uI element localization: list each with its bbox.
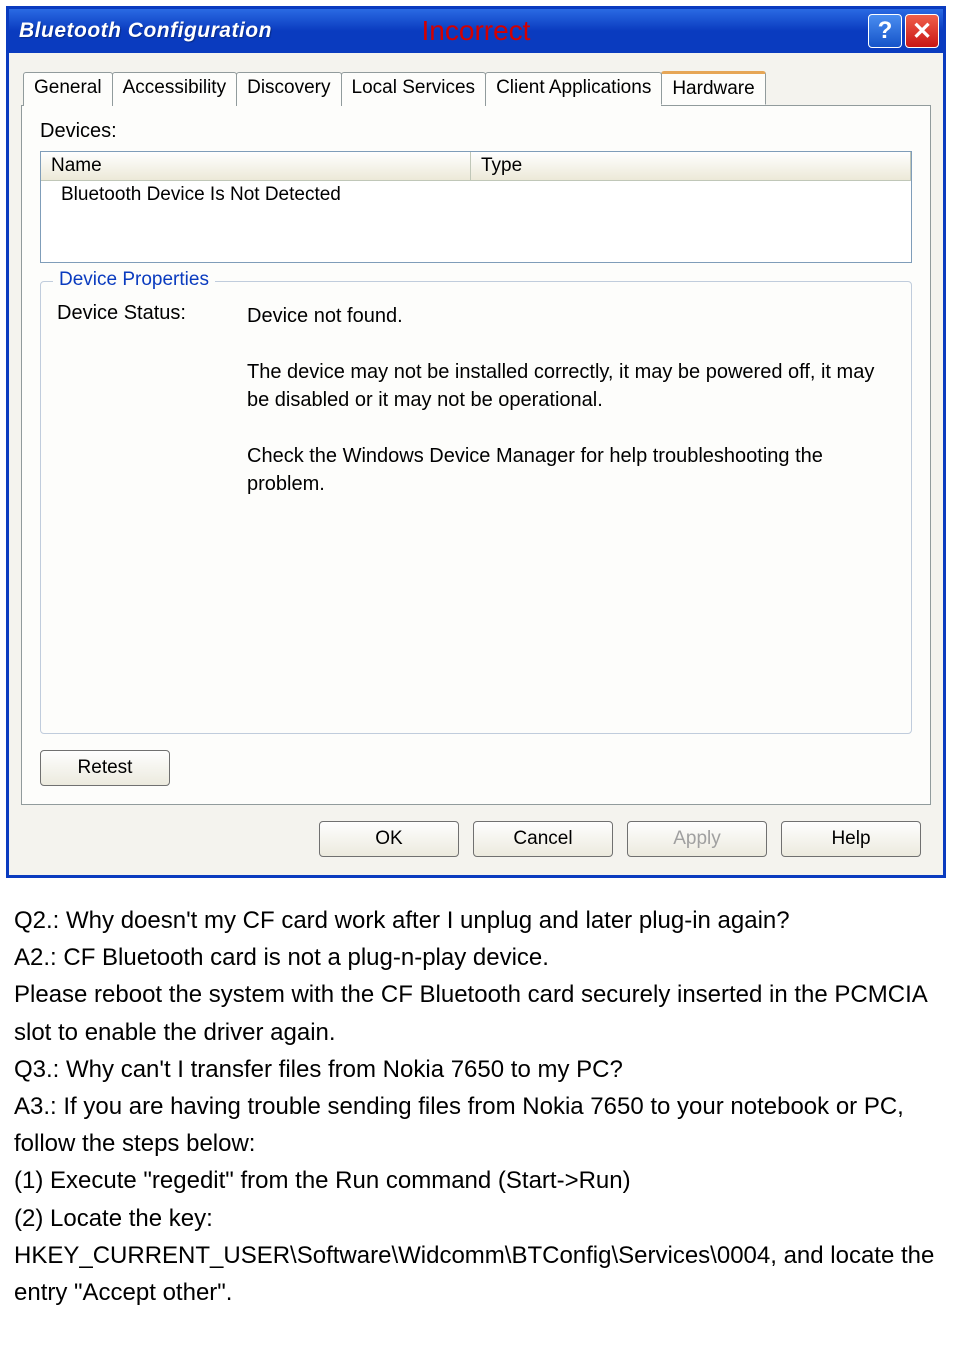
tab-local-services[interactable]: Local Services	[341, 72, 487, 106]
retest-row: Retest	[40, 750, 912, 786]
devices-listview[interactable]: Name Type Bluetooth Device Is Not Detect…	[40, 151, 912, 263]
column-name[interactable]: Name	[41, 152, 471, 180]
dialog-button-row: OK Cancel Apply Help	[21, 805, 931, 861]
incorrect-overlay: Incorrect	[422, 15, 531, 47]
titlebar-controls: ? ✕	[868, 14, 939, 48]
tab-accessibility[interactable]: Accessibility	[112, 72, 237, 106]
listview-header: Name Type	[41, 152, 911, 181]
faq-line: (1) Execute "regedit" from the Run comma…	[14, 1162, 940, 1199]
faq-text: Q2.: Why doesn't my CF card work after I…	[14, 902, 940, 1311]
ok-button[interactable]: OK	[319, 821, 459, 857]
tab-hardware[interactable]: Hardware	[661, 71, 765, 105]
tab-general[interactable]: General	[23, 72, 113, 106]
tab-discovery[interactable]: Discovery	[236, 72, 341, 106]
tab-client-applications[interactable]: Client Applications	[485, 72, 662, 106]
device-status-label: Device Status:	[57, 302, 247, 498]
device-properties-group: Device Properties Device Status: Device …	[40, 281, 912, 734]
help-button[interactable]: Help	[781, 821, 921, 857]
groupbox-legend: Device Properties	[53, 269, 215, 291]
devices-label: Devices:	[40, 120, 912, 143]
window-title: Bluetooth Configuration	[19, 19, 272, 43]
cancel-button[interactable]: Cancel	[473, 821, 613, 857]
faq-line: Please reboot the system with the CF Blu…	[14, 976, 940, 1050]
titlebar: Bluetooth Configuration Incorrect ? ✕	[9, 9, 943, 53]
faq-line: A3.: If you are having trouble sending f…	[14, 1088, 940, 1162]
faq-line: (2) Locate the key: HKEY_CURRENT_USER\So…	[14, 1200, 940, 1312]
faq-line: A2.: CF Bluetooth card is not a plug-n-p…	[14, 939, 940, 976]
dialog-window: Bluetooth Configuration Incorrect ? ✕ Ge…	[6, 6, 946, 878]
apply-button[interactable]: Apply	[627, 821, 767, 857]
retest-button[interactable]: Retest	[40, 750, 170, 786]
column-type[interactable]: Type	[471, 152, 911, 180]
list-item[interactable]: Bluetooth Device Is Not Detected	[41, 181, 911, 209]
help-icon[interactable]: ?	[868, 14, 902, 48]
tab-panel-hardware: Devices: Name Type Bluetooth Device Is N…	[21, 105, 931, 805]
device-status-value: Device not found. The device may not be …	[247, 302, 895, 498]
faq-line: Q2.: Why doesn't my CF card work after I…	[14, 902, 940, 939]
close-icon[interactable]: ✕	[905, 14, 939, 48]
dialog-body: General Accessibility Discovery Local Se…	[9, 53, 943, 875]
faq-line: Q3.: Why can't I transfer files from Nok…	[14, 1051, 940, 1088]
tab-strip: General Accessibility Discovery Local Se…	[23, 71, 931, 105]
